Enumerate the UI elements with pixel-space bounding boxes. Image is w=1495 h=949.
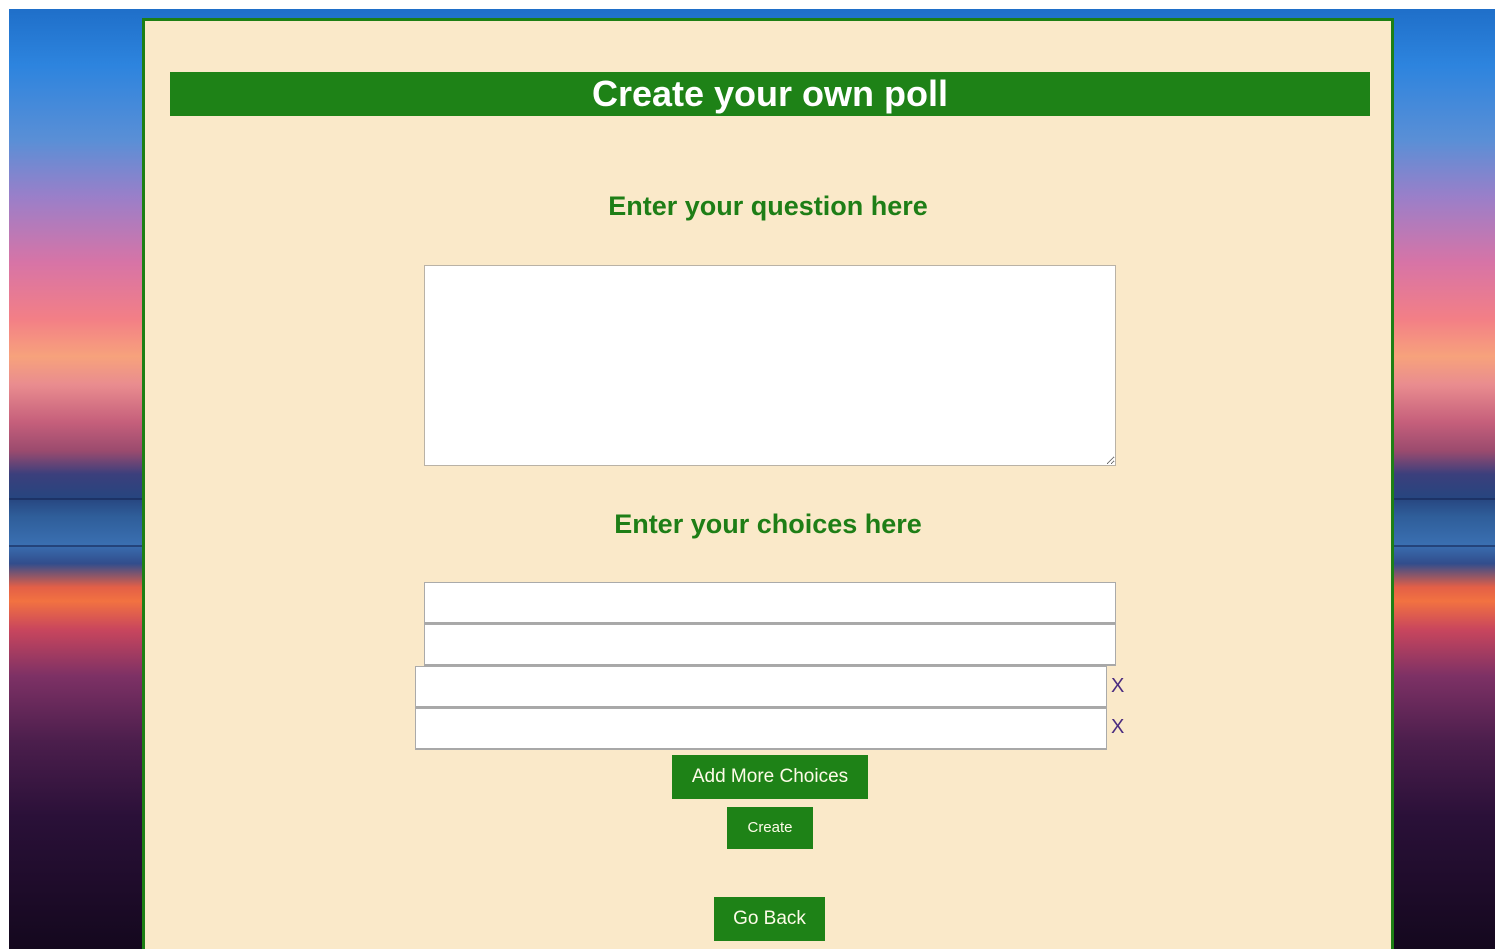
add-more-choices-button[interactable]: Add More Choices — [672, 755, 868, 799]
question-heading: Enter your question here — [608, 191, 928, 221]
choices-heading: Enter your choices here — [614, 509, 922, 539]
choice-input-1[interactable] — [424, 582, 1116, 624]
question-textarea[interactable] — [424, 265, 1116, 466]
remove-choice-3-button[interactable]: X — [1111, 676, 1124, 696]
choice-input-3[interactable] — [415, 666, 1107, 708]
choice-input-4[interactable] — [415, 708, 1107, 750]
create-button[interactable]: Create — [727, 807, 813, 849]
page-title: Create your own poll — [170, 72, 1370, 116]
remove-choice-4-button[interactable]: X — [1111, 717, 1124, 737]
choice-input-2[interactable] — [424, 624, 1116, 666]
go-back-button[interactable]: Go Back — [714, 897, 825, 941]
poll-panel: Create your own poll Enter your question… — [142, 18, 1394, 949]
